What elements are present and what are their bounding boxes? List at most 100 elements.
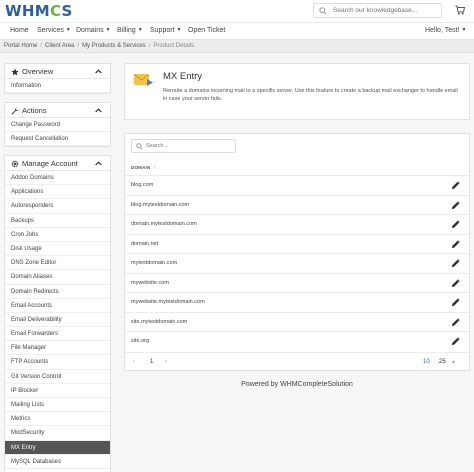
table-row: domain.net: [125, 233, 469, 254]
chevron-down-icon: ▼: [461, 27, 467, 33]
table-search-input[interactable]: [146, 141, 232, 151]
pagination-page[interactable]: 1: [150, 359, 153, 365]
table-row: site.org: [125, 331, 469, 351]
sidebar-item-ftp-accounts[interactable]: FTP Accounts: [5, 355, 110, 370]
sidebar-item-dns-zone-editor[interactable]: DNS Zone Editor: [5, 256, 110, 271]
chevron-down-icon: ▼: [105, 27, 111, 33]
domain-cell: mywebsite.mytestdomain.com: [131, 299, 205, 305]
table-pagination: ‹ 1 › 10 25 ▾: [125, 352, 469, 370]
sidebar-item-information[interactable]: Information: [5, 79, 110, 94]
table-row: mywebsite.com: [125, 272, 469, 293]
sidebar-item-change-password[interactable]: Change Password: [5, 118, 110, 133]
mx-header-card: MX Entry Reroute a domains incoming mail…: [124, 63, 470, 120]
star-icon: [11, 68, 19, 76]
domain-cell: blog.mytestdomain.com: [131, 201, 190, 208]
panel-header-overview[interactable]: Overview: [5, 64, 110, 79]
domain-table-card: DOMAIN↑ blog.com blog.mytestdomain.com dom…: [124, 133, 470, 371]
edit-pencil-icon[interactable]: [451, 278, 460, 288]
breadcrumb: Portal Home / Client Area / My Products & Se…: [0, 40, 474, 53]
sidebar-item-autoresponders[interactable]: Autoresponders: [5, 199, 110, 214]
panel-header-actions[interactable]: Actions: [5, 103, 110, 118]
table-row: domain.mytestdomain.com: [125, 214, 469, 234]
sidebar-item-email-deliverability[interactable]: Email Deliverability: [5, 313, 110, 328]
nav-domains[interactable]: Domains ▼: [76, 27, 111, 34]
chevron-up-icon[interactable]: [95, 161, 102, 166]
page-title: MX Entry: [163, 71, 203, 82]
chevron-up-icon[interactable]: [95, 108, 102, 113]
edit-pencil-icon[interactable]: [451, 317, 460, 327]
mail-exchange-icon: [134, 74, 153, 86]
chevron-up-icon[interactable]: [95, 69, 102, 74]
sidebar-item-modsecurity[interactable]: ModSecurity: [5, 426, 110, 441]
chevron-down-icon: ▼: [176, 27, 182, 33]
nav-support[interactable]: Support ▼: [150, 27, 181, 34]
sidebar-item-domain-redirects[interactable]: Domain Redirects: [5, 285, 110, 299]
edit-pencil-icon[interactable]: [451, 259, 460, 268]
page-description: Reroute a domains incoming mail to a spe…: [163, 88, 458, 102]
chevron-down-icon: ▼: [137, 27, 143, 33]
sidebar-item-git-version-control[interactable]: Git Version Control: [5, 370, 110, 384]
nav-billing[interactable]: Billing ▼: [117, 27, 143, 34]
edit-pencil-icon[interactable]: [451, 181, 460, 190]
gear-icon: [11, 160, 19, 168]
domain-cell: mytestdomain.com: [131, 260, 178, 266]
sidebar-item-backups[interactable]: Backups: [5, 214, 110, 228]
sidebar-item-email-forwarders[interactable]: Email Forwarders: [5, 327, 110, 342]
search-input[interactable]: [333, 5, 439, 16]
whmcs-logo[interactable]: WHMCS: [5, 2, 73, 20]
pagination-next[interactable]: ›: [165, 359, 167, 365]
table-row: site.mytestdomain.com: [125, 311, 469, 332]
panel-header-manage-account[interactable]: Manage Account: [5, 156, 110, 171]
nav-services[interactable]: Services ▼: [37, 27, 71, 34]
sidebar-item-mysql-databases[interactable]: MySQL Databases: [5, 455, 110, 469]
manage-account-list: Addon Domains Applications Autoresponders B…: [5, 171, 110, 469]
top-header: WHMCS: [0, 0, 474, 22]
edit-pencil-icon[interactable]: [451, 200, 460, 210]
sidebar-item-mailing-lists[interactable]: Mailing Lists: [5, 398, 110, 413]
nav-user-menu[interactable]: Hello, Test! ▼: [425, 27, 466, 34]
table-row: blog.mytestdomain.com: [125, 194, 469, 215]
edit-pencil-icon[interactable]: [451, 298, 460, 307]
page-size-10[interactable]: 10: [423, 359, 430, 365]
domain-cell: site.mytestdomain.com: [131, 318, 188, 325]
sidebar-item-applications[interactable]: Applications: [5, 185, 110, 200]
edit-pencil-icon[interactable]: [451, 337, 460, 346]
breadcrumb-portal-home[interactable]: Portal Home: [4, 43, 37, 49]
table-row: mytestdomain.com: [125, 253, 469, 273]
page-size-25[interactable]: 25: [439, 359, 446, 365]
table-row: mywebsite.mytestdomain.com: [125, 292, 469, 312]
nav-home[interactable]: Home: [10, 27, 29, 34]
sidebar-item-domain-aliases[interactable]: Domain Aliases: [5, 270, 110, 285]
sidebar-item-email-accounts[interactable]: Email Accounts: [5, 299, 110, 313]
nav-open-ticket[interactable]: Open Ticket: [188, 27, 225, 34]
wrench-icon: [11, 107, 19, 115]
domain-column-header[interactable]: DOMAIN ↑: [131, 165, 156, 171]
domain-cell: mywebsite.com: [131, 279, 169, 286]
page-size-dropdown[interactable]: ▾: [452, 359, 455, 366]
powered-by-footer: Powered by WHMCompleteSolution: [241, 381, 353, 388]
breadcrumb-products[interactable]: My Products & Services: [82, 43, 146, 49]
sidebar-item-ip-blocker[interactable]: IP Blocker: [5, 384, 110, 398]
table-row: blog.com: [125, 175, 469, 195]
sidebar-item-disk-usage[interactable]: Disk Usage: [5, 242, 110, 257]
domain-cell: domain.mytestdomain.com: [131, 221, 197, 227]
sidebar-item-metrics[interactable]: Metrics: [5, 412, 110, 427]
breadcrumb-product-details: Product Details: [153, 43, 195, 49]
sidebar-item-mx-entry[interactable]: MX Entry: [5, 440, 110, 455]
sidebar-item-request-cancellation[interactable]: Request Cancellation: [5, 132, 110, 147]
pagination-prev[interactable]: ‹: [133, 359, 135, 365]
sidebar-item-cron-jobs[interactable]: Cron Jobs: [5, 228, 110, 242]
sidebar-item-file-manager[interactable]: File Manager: [5, 341, 110, 356]
edit-pencil-icon[interactable]: [451, 239, 460, 249]
edit-pencil-icon[interactable]: [451, 220, 460, 229]
table-search[interactable]: [131, 139, 236, 153]
cart-icon[interactable]: [455, 5, 465, 15]
search-icon: [319, 7, 327, 15]
sidebar-item-addon-domains[interactable]: Addon Domains: [5, 171, 110, 186]
knowledgebase-search[interactable]: [313, 3, 442, 18]
domain-cell: blog.com: [131, 182, 154, 188]
main-nav: Home Services ▼ Domains ▼ Billing ▼ Support…: [0, 22, 474, 40]
breadcrumb-client-area[interactable]: Client Area: [45, 43, 74, 49]
sidebar-manage-panel: Manage Account Addon Domains Applications…: [4, 155, 111, 472]
domain-cell: site.org: [131, 338, 150, 344]
